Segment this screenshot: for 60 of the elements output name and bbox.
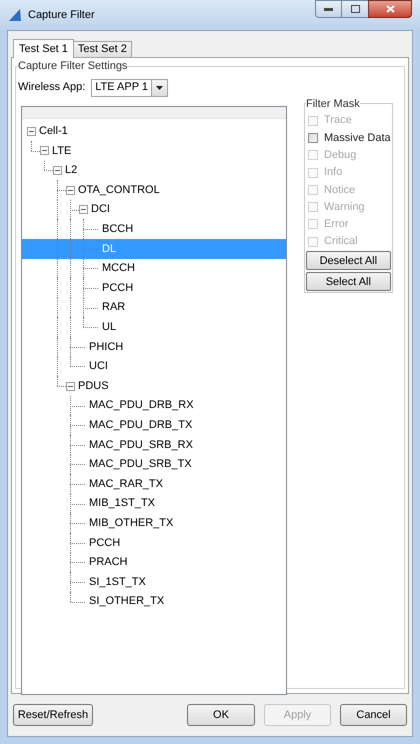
checkbox-label: Notice <box>324 182 356 198</box>
tree-item[interactable]: DCI <box>91 201 110 218</box>
app-icon <box>8 8 22 22</box>
tree-item[interactable]: OTA_CONTROL <box>78 182 160 198</box>
mask-button[interactable]: Deselect All <box>306 251 391 270</box>
dialog-button[interactable]: Reset/Refresh <box>13 704 93 726</box>
tree-item[interactable]: UCI <box>89 358 108 375</box>
checkbox-label: Info <box>324 165 342 180</box>
tree-item[interactable]: RAR <box>102 299 126 316</box>
collapse-icon[interactable] <box>66 382 75 391</box>
tree-item[interactable]: MAC_PDU_DRB_TX <box>89 416 192 434</box>
wireless-app-dropdown[interactable]: LTE APP 1 <box>91 78 168 96</box>
tree-item[interactable]: UL <box>102 318 116 336</box>
minimize-button[interactable] <box>315 0 342 18</box>
tree-item[interactable]: MIB_OTHER_TX <box>89 514 174 532</box>
close-button[interactable] <box>368 0 412 18</box>
tree-item[interactable]: PCCH <box>102 280 134 296</box>
dropdown-arrow-icon <box>156 86 164 90</box>
close-icon <box>386 5 394 13</box>
checkbox[interactable] <box>308 132 318 143</box>
tree-item[interactable]: L2 <box>65 162 78 179</box>
checkbox-label: Error <box>324 217 348 232</box>
tree-item[interactable]: BCCH <box>102 221 134 238</box>
tree-item[interactable]: MAC_PDU_SRB_RX <box>89 436 193 454</box>
dialog-button[interactable]: OK <box>187 704 255 726</box>
field-label: Wireless App: <box>18 80 86 96</box>
collapse-icon[interactable] <box>27 126 36 136</box>
collapse-icon[interactable] <box>79 205 88 214</box>
checkbox-label: Massive Data <box>324 130 391 146</box>
tab[interactable]: Test Set 1 <box>13 39 74 58</box>
collapse-icon[interactable] <box>53 166 62 175</box>
tree-item[interactable]: SI_OTHER_TX <box>89 593 164 610</box>
tree-item[interactable]: MCCH <box>102 260 135 277</box>
tree-item[interactable]: PRACH <box>89 554 128 571</box>
checkbox-label: Debug <box>324 148 356 163</box>
maximize-icon <box>350 5 360 13</box>
checkbox-label: Warning <box>324 200 365 215</box>
tree-item[interactable]: MIB_1ST_TX <box>89 495 156 512</box>
group-title: Filter Mask <box>306 96 360 112</box>
tree-item[interactable]: MAC_PDU_DRB_RX <box>89 397 194 414</box>
tab[interactable]: Test Set 2 <box>74 41 132 57</box>
collapse-icon[interactable] <box>40 146 49 156</box>
tree-item[interactable]: MAC_PDU_SRB_TX <box>89 456 192 473</box>
checkbox-label: Trace <box>324 113 352 128</box>
group-title: Capture Filter Settings <box>18 59 128 74</box>
tree-item[interactable]: PHICH <box>89 338 124 356</box>
dialog-button[interactable]: Cancel <box>340 704 407 726</box>
collapse-icon[interactable] <box>66 186 75 195</box>
tree-item[interactable]: MAC_RAR_TX <box>89 476 163 492</box>
tree-item[interactable]: Cell-1 <box>39 123 68 140</box>
tree-view[interactable]: Cell-1 LTE L2 OTA_CONTROL DCI BCCH DL MCCH PCCH RAR UL PHICH UCI PDUS MAC_PDU_DRB_RX MAC_PDU_DRB_TX MAC_PDU_SRB_RX MAC_PDU_SRB_TX MAC_RAR_TX MIB_1ST_TX MIB_OTHER_TX PCCH PRACH SI_1ST_TX SI_OTHER_TX <box>21 106 287 694</box>
maximize-button[interactable] <box>342 0 368 18</box>
tree-item[interactable]: PDUS <box>78 378 109 394</box>
tree-item[interactable]: PCCH <box>89 534 120 552</box>
tree-item[interactable]: SI_1ST_TX <box>89 574 146 590</box>
window-title: Capture Filter <box>28 8 95 23</box>
checkbox-label: Critical <box>324 234 358 250</box>
mask-button[interactable]: Select All <box>306 272 391 292</box>
tree-item[interactable]: LTE <box>52 142 72 160</box>
minimize-icon <box>324 7 333 11</box>
